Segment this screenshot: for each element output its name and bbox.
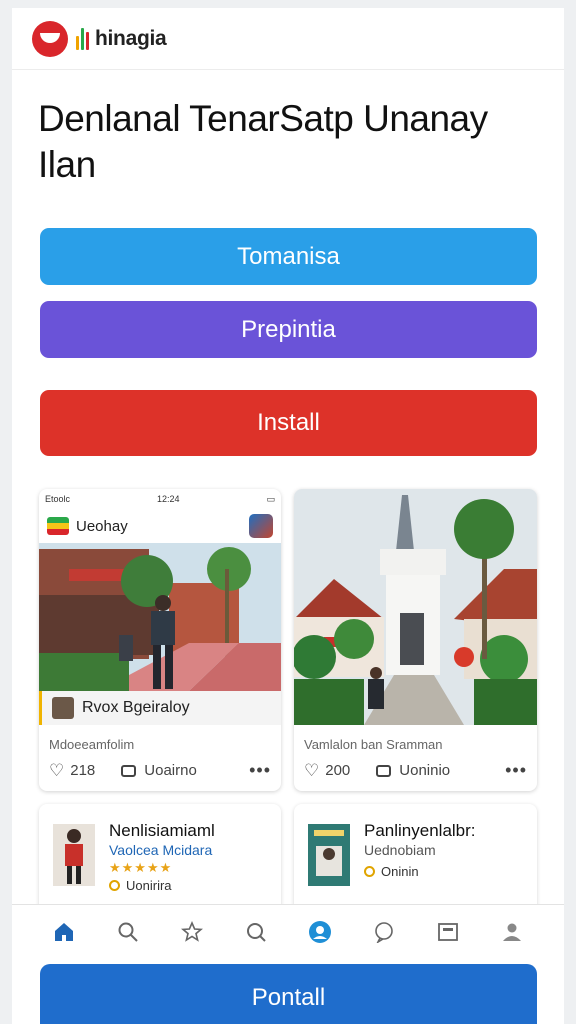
street-photo[interactable] bbox=[39, 543, 281, 691]
comment-label[interactable]: Uoairno bbox=[144, 762, 197, 779]
profile-title: Nenlisiamiaml bbox=[109, 821, 215, 840]
more-icon[interactable]: ••• bbox=[505, 760, 527, 781]
user-circle-icon[interactable] bbox=[308, 920, 332, 944]
feed-card[interactable]: Etoolc 12:24 ▭ Ueohay Rvox Bgeiraloy Mdo… bbox=[39, 489, 281, 791]
profile-thumbnail bbox=[53, 824, 95, 886]
profile-meta-label: Uonirira bbox=[126, 878, 172, 893]
heart-icon[interactable]: ♡ bbox=[49, 761, 64, 781]
product-subtitle: Uednobiam bbox=[364, 842, 436, 858]
bubble-icon[interactable] bbox=[372, 920, 396, 944]
profile-icon[interactable] bbox=[500, 920, 524, 944]
calendar-icon[interactable] bbox=[436, 920, 460, 944]
clock-icon bbox=[364, 866, 375, 877]
chat-icon[interactable] bbox=[244, 920, 268, 944]
product-meta: Oninin bbox=[364, 864, 419, 879]
bottom-navigation bbox=[12, 904, 564, 958]
star-icon[interactable] bbox=[180, 920, 204, 944]
comment-label[interactable]: Uoninio bbox=[399, 762, 450, 779]
clock-icon bbox=[109, 880, 120, 891]
search-icon[interactable] bbox=[116, 920, 140, 944]
rating-stars: ★★★★★ bbox=[109, 860, 173, 875]
app-screen: hinagia Denlanal TenarSatp Unanay Ilan T… bbox=[12, 8, 564, 1024]
card-subtitle: Vamlalon ban Sramman bbox=[304, 737, 443, 752]
heart-icon[interactable]: ♡ bbox=[304, 761, 319, 781]
install-button[interactable]: Install bbox=[40, 390, 537, 456]
like-count: 200 bbox=[325, 762, 351, 779]
home-icon[interactable] bbox=[52, 920, 76, 944]
tomanisa-button[interactable]: Tomanisa bbox=[40, 228, 537, 285]
card-subtitle: Mdoeeamfolim bbox=[49, 737, 135, 752]
brand-name: hinagia bbox=[95, 26, 167, 50]
temple-photo[interactable] bbox=[294, 489, 537, 725]
profile-card[interactable]: Nenlisiamiaml Vaolcea Mcidara ★★★★★ Uoni… bbox=[39, 804, 281, 914]
feed-card[interactable]: Vamlalon ban Sramman ♡ 200 Uoninio ••• bbox=[294, 489, 537, 791]
product-thumbnail bbox=[308, 824, 350, 886]
comment-icon[interactable] bbox=[121, 764, 137, 777]
app-name: Ueohay bbox=[76, 517, 128, 535]
brand-logo-icon[interactable] bbox=[32, 20, 68, 57]
logo-bars-icon bbox=[76, 27, 89, 50]
phone-status-bar: Etoolc 12:24 ▭ bbox=[39, 489, 281, 509]
profile-subtitle[interactable]: Vaolcea Mcidara bbox=[109, 842, 212, 858]
top-header: hinagia bbox=[12, 8, 564, 70]
like-count: 218 bbox=[70, 762, 96, 779]
status-carrier: Etoolc bbox=[45, 494, 71, 504]
product-title: Panlinyenlalbr: bbox=[364, 821, 476, 840]
page-title: Denlanal TenarSatp Unanay Ilan bbox=[38, 98, 488, 185]
prepintia-button[interactable]: Prepintia bbox=[40, 301, 537, 358]
profile-meta: Uonirira bbox=[109, 878, 172, 893]
card-actions: ♡ 218 Uoairno ••• bbox=[49, 760, 271, 781]
battery-icon: ▭ bbox=[266, 493, 275, 504]
more-icon[interactable]: ••• bbox=[249, 760, 271, 781]
card-actions: ♡ 200 Uoninio ••• bbox=[304, 760, 527, 781]
avatar[interactable] bbox=[249, 514, 273, 538]
comment-icon[interactable] bbox=[376, 764, 392, 777]
status-time: 12:24 bbox=[156, 494, 180, 504]
product-meta-label: Oninin bbox=[381, 864, 419, 879]
app-bar: Ueohay bbox=[39, 509, 281, 543]
author-avatar bbox=[52, 697, 74, 719]
pontall-button[interactable]: Pontall bbox=[40, 964, 537, 1024]
product-card[interactable]: Panlinyenlalbr: Uednobiam Oninin bbox=[294, 804, 537, 914]
author-name: Rvox Bgeiraloy bbox=[82, 699, 190, 716]
author-row[interactable]: Rvox Bgeiraloy bbox=[39, 691, 281, 725]
flag-icon bbox=[47, 517, 69, 535]
